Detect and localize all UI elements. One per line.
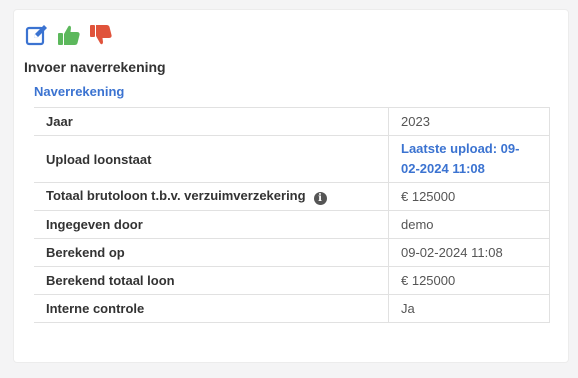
- table-row: Interne controle Ja: [34, 294, 550, 323]
- row-value: € 125000: [388, 266, 550, 295]
- row-value: demo: [388, 210, 550, 239]
- table-row: Ingegeven door demo: [34, 210, 550, 239]
- row-label: Interne controle: [34, 294, 389, 323]
- action-toolbar: [24, 22, 114, 48]
- row-label: Berekend op: [34, 238, 389, 267]
- table-row: Berekend totaal loon € 125000: [34, 266, 550, 295]
- table-row: Totaal brutoloon t.b.v. verzuimverzekeri…: [34, 182, 550, 211]
- table-row: Upload loonstaat Laatste upload: 09-02-2…: [34, 135, 550, 183]
- table-row: Berekend op 09-02-2024 11:08: [34, 238, 550, 267]
- last-upload-link[interactable]: Laatste upload: 09-02-2024 11:08: [401, 141, 519, 176]
- naverrekening-table: Jaar 2023 Upload loonstaat Laatste uploa…: [34, 107, 550, 323]
- row-label: Berekend totaal loon: [34, 266, 389, 295]
- row-label: Jaar: [34, 107, 389, 136]
- thumbs-down-icon[interactable]: [88, 22, 114, 48]
- row-value: 2023: [388, 107, 550, 136]
- row-label-cell: Totaal brutoloon t.b.v. verzuimverzekeri…: [34, 182, 389, 211]
- edit-icon[interactable]: [24, 22, 50, 48]
- table-row: Jaar 2023: [34, 107, 550, 136]
- naverrekening-link[interactable]: Naverrekening: [34, 84, 124, 99]
- row-value: Ja: [388, 294, 550, 323]
- row-label: Upload loonstaat: [34, 135, 389, 183]
- row-label: Totaal brutoloon t.b.v. verzuimverzekeri…: [46, 188, 306, 203]
- row-value: € 125000: [388, 182, 550, 211]
- row-label: Ingegeven door: [34, 210, 389, 239]
- info-icon[interactable]: i: [313, 192, 327, 205]
- thumbs-up-icon[interactable]: [56, 22, 82, 48]
- upload-cell: Laatste upload: 09-02-2024 11:08: [388, 135, 550, 183]
- row-value: 09-02-2024 11:08: [388, 238, 550, 267]
- page-title: Invoer naverrekening: [24, 59, 166, 75]
